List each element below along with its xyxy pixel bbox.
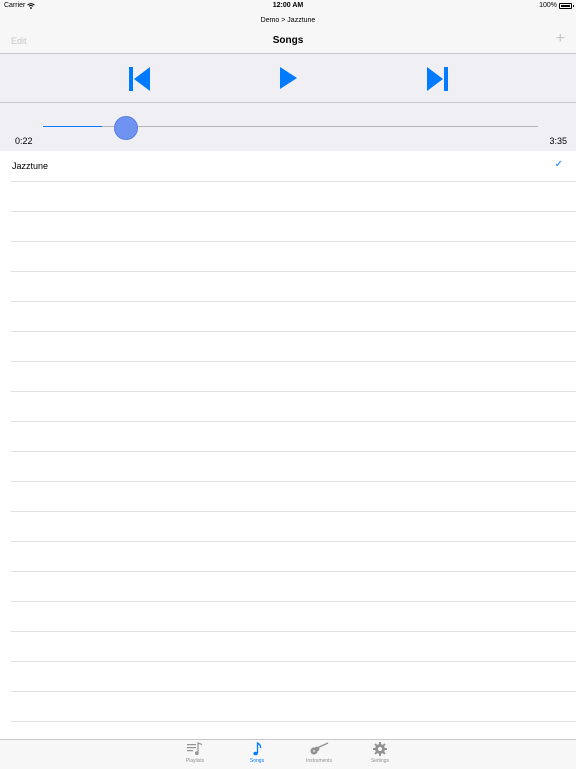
empty-row [11, 482, 576, 512]
empty-row [11, 362, 576, 392]
empty-row [11, 422, 576, 452]
empty-row [11, 662, 576, 692]
song-name: Jazztune [12, 161, 49, 171]
empty-row [11, 332, 576, 362]
empty-row [11, 722, 576, 738]
tab-songs[interactable]: Songs [237, 742, 277, 764]
clock: 12:00 AM [272, 2, 304, 9]
status-bar: Carrier 12:00 AM 100% [0, 0, 576, 14]
gear-icon [360, 742, 400, 756]
player-controls [0, 54, 576, 103]
empty-row [11, 392, 576, 422]
total-time: 3:35 [549, 136, 567, 146]
checkmark-icon: ✓ [554, 159, 563, 170]
playlist-icon [175, 742, 215, 756]
breadcrumb: Demo > Jazztune [260, 17, 316, 24]
empty-row [11, 512, 576, 542]
add-button[interactable]: + [556, 31, 565, 47]
progress-fill [43, 126, 103, 127]
battery-icon [559, 2, 574, 9]
tab-playlists[interactable]: Playlists [175, 742, 215, 764]
tab-label: Songs [249, 758, 265, 764]
battery-percent: 100% [539, 2, 557, 9]
skip-forward-button[interactable] [427, 67, 448, 91]
skip-forward-icon [427, 67, 448, 91]
play-icon [280, 67, 297, 89]
battery-indicator: 100% [539, 2, 574, 9]
empty-row [11, 542, 576, 572]
navigation-bar: Demo > Jazztune Edit Songs + [0, 14, 576, 54]
empty-row [11, 212, 576, 242]
tab-instruments[interactable]: Instruments [299, 742, 339, 764]
tab-label: Instruments [305, 758, 333, 764]
tab-bar: Playlists Songs Instruments Settings [0, 739, 576, 769]
music-note-icon [237, 742, 277, 756]
skip-back-icon [129, 67, 150, 91]
empty-row [11, 452, 576, 482]
empty-row [11, 602, 576, 632]
progress-thumb[interactable] [114, 116, 139, 140]
page-title: Songs [272, 35, 304, 46]
empty-row [11, 302, 576, 332]
tab-settings[interactable]: Settings [360, 742, 400, 764]
play-button[interactable] [280, 67, 297, 89]
empty-row [11, 272, 576, 302]
empty-row [11, 692, 576, 722]
empty-row [11, 242, 576, 272]
progress-area: 0:22 3:35 [0, 103, 576, 151]
song-list: Jazztune ✓ [0, 152, 576, 738]
empty-row [11, 182, 576, 212]
empty-row [11, 572, 576, 602]
tab-label: Settings [370, 758, 390, 764]
song-row[interactable]: Jazztune ✓ [11, 152, 576, 182]
guitar-icon [299, 742, 339, 756]
elapsed-time: 0:22 [15, 136, 33, 146]
empty-row [11, 632, 576, 662]
skip-back-button[interactable] [129, 67, 150, 91]
tab-label: Playlists [185, 758, 205, 764]
